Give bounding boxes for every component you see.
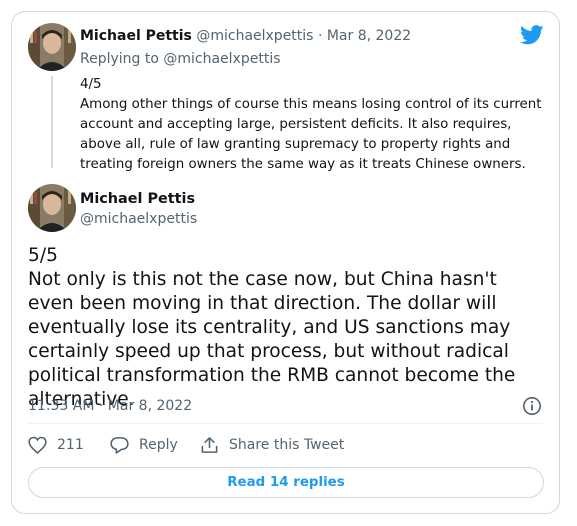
parent-tweet-header: Michael Pettis @michaelxpettis · Mar 8, … bbox=[80, 28, 411, 44]
parent-separator: · bbox=[317, 28, 323, 44]
share-icon bbox=[201, 437, 218, 453]
parent-author-handle[interactable]: @michaelxpettis bbox=[196, 28, 313, 44]
reply-label: Reply bbox=[139, 437, 178, 453]
parent-tweet-text: 4/5 Among other things of course this me… bbox=[80, 77, 542, 172]
thread-connector-line bbox=[51, 76, 53, 168]
info-icon[interactable] bbox=[522, 396, 542, 416]
share-button[interactable]: Share this Tweet bbox=[200, 436, 344, 454]
parent-date[interactable]: Mar 8, 2022 bbox=[327, 28, 411, 44]
main-author-handle[interactable]: @michaelxpettis bbox=[80, 211, 197, 227]
reply-button[interactable]: Reply bbox=[110, 436, 178, 454]
read-replies-button[interactable]: Read 14 replies bbox=[28, 467, 544, 498]
twitter-logo-icon[interactable] bbox=[519, 25, 544, 45]
like-button[interactable]: 211 bbox=[28, 436, 84, 454]
main-tweet-text: 5/5 Not only is this not the case now, b… bbox=[28, 245, 516, 410]
main-author-avatar[interactable] bbox=[28, 184, 76, 232]
like-count: 211 bbox=[57, 437, 84, 453]
parent-author-avatar[interactable] bbox=[28, 23, 76, 71]
main-author-name[interactable]: Michael Pettis bbox=[80, 191, 195, 207]
share-label: Share this Tweet bbox=[229, 437, 345, 453]
parent-author-name[interactable]: Michael Pettis bbox=[80, 28, 192, 44]
divider bbox=[28, 423, 543, 424]
replying-to[interactable]: Replying to @michaelxpettis bbox=[80, 51, 281, 67]
heart-icon bbox=[28, 436, 47, 454]
reply-bubble-icon bbox=[110, 437, 129, 454]
tweet-timestamp[interactable]: 11:33 AM · Mar 8, 2022 bbox=[28, 398, 192, 414]
